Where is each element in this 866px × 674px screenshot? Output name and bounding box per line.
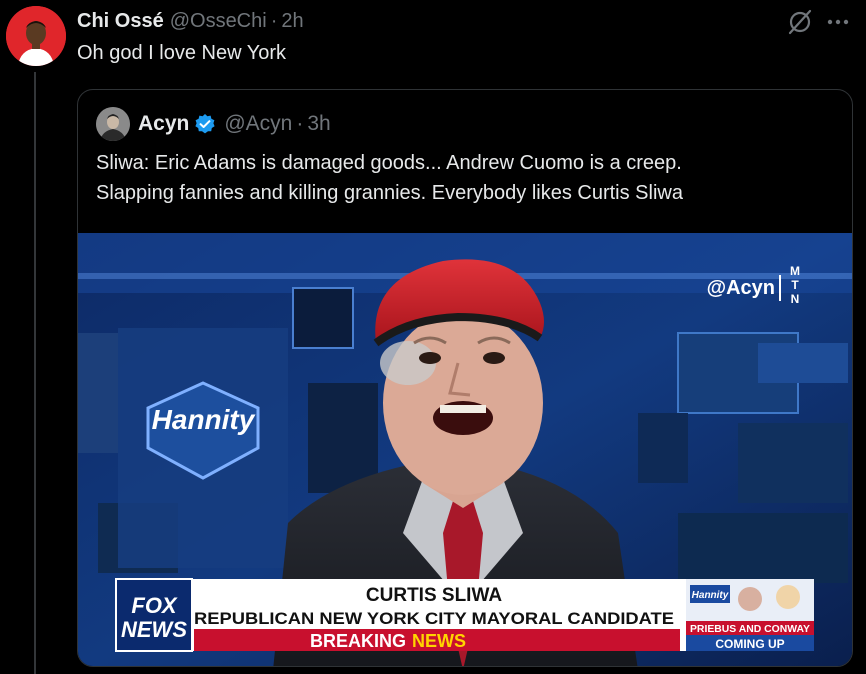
tweet-header: Chi Ossé @OsseChi · 2h (77, 6, 304, 36)
video-frame: Hannity @Acyn M T N FOX NEWS CURTIS SLIW… (78, 233, 852, 666)
author-name[interactable]: Chi Ossé (77, 10, 164, 33)
breaking-label: BREAKING (310, 631, 406, 651)
mtn-letter-m: M (790, 264, 800, 278)
more-options-icon[interactable] (824, 8, 852, 36)
promo-line-1: PRIEBUS AND CONWAY (690, 624, 810, 635)
tweet-timestamp[interactable]: 2h (281, 10, 303, 33)
quoted-tweet-header: Acyn @Acyn · 3h (138, 108, 331, 140)
video-player[interactable]: Hannity @Acyn M T N FOX NEWS CURTIS SLIW… (78, 233, 852, 666)
news-label: NEWS (412, 631, 466, 651)
promo-hannity-logo: Hannity (692, 590, 729, 601)
mtn-letter-n: N (791, 292, 800, 306)
lower-third-title: REPUBLICAN NEW YORK CITY MAYORAL CANDIDA… (194, 609, 674, 628)
quoted-author-handle[interactable]: @Acyn (224, 112, 292, 136)
author-avatar[interactable] (6, 6, 66, 66)
thread-connector-line (34, 72, 36, 674)
quoted-tweet-text: Sliwa: Eric Adams is damaged goods... An… (96, 148, 836, 208)
fox-logo-line2: NEWS (121, 617, 187, 642)
quoted-timestamp[interactable]: 3h (307, 112, 330, 136)
tweet-text: Oh god I love New York (77, 42, 287, 64)
quoted-author-avatar-image (96, 107, 130, 141)
mtn-letter-t: T (791, 278, 799, 292)
author-avatar-image (6, 6, 66, 66)
verified-badge-icon (195, 114, 215, 134)
quoted-separator-dot: · (296, 112, 304, 135)
quoted-tweet-card[interactable]: Acyn @Acyn · 3h Sliwa: Eric Adams is dam… (77, 89, 853, 667)
quoted-text-line-2: Slapping fannies and killing grannies. E… (96, 182, 683, 204)
fox-logo-line1: FOX (131, 593, 178, 618)
quoted-text-line-1: Sliwa: Eric Adams is damaged goods... An… (96, 152, 682, 174)
author-handle[interactable]: @OsseChi (170, 10, 267, 33)
backdrop-hannity-logo: Hannity (152, 404, 256, 435)
lower-third-name: CURTIS SLIWA (366, 585, 502, 606)
promo-line-2: COMING UP (715, 637, 784, 651)
quoted-author-avatar[interactable] (96, 107, 130, 141)
separator-dot: · (270, 9, 278, 32)
acyn-watermark: @Acyn (707, 277, 775, 299)
quoted-author-name[interactable]: Acyn (138, 112, 189, 136)
grok-icon[interactable] (786, 8, 814, 36)
